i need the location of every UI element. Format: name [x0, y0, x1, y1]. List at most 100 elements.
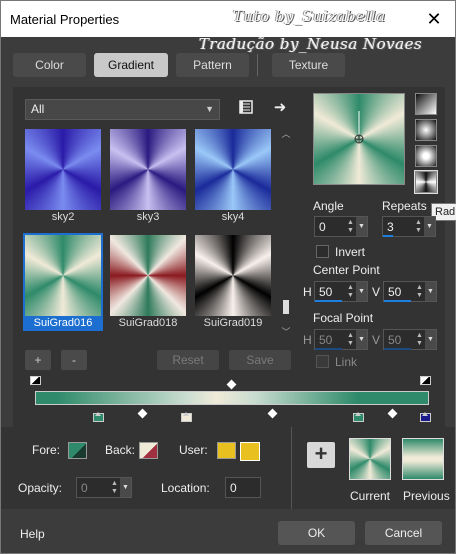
repeats-label: Repeats	[382, 199, 427, 213]
gradient-preview[interactable]	[313, 93, 405, 185]
tab-color[interactable]: Color	[13, 53, 86, 77]
swatch-preview	[25, 129, 101, 210]
swatch-preview	[25, 235, 101, 316]
chevron-down-icon[interactable]: ▼	[425, 282, 436, 301]
opacity-stop-right[interactable]	[420, 376, 431, 389]
opacity-stop-left[interactable]	[30, 376, 41, 389]
swatch-label: SuiGrad018	[118, 317, 178, 329]
watermark-line-2: Tradução by_Neusa Novaes	[199, 35, 423, 53]
user-label: User:	[179, 443, 208, 457]
center-v-level-bar	[384, 300, 411, 302]
ok-button[interactable]: OK	[278, 521, 355, 545]
spin-arrows-icon[interactable]: ▲ ▼	[415, 332, 424, 348]
chevron-down-icon[interactable]: ▼	[424, 217, 435, 236]
scroll-down-icon[interactable]: ﹀	[280, 325, 292, 338]
cancel-button[interactable]: Cancel	[365, 521, 442, 545]
scroll-up-icon[interactable]: ︿	[280, 127, 292, 140]
focal-v-label: V	[372, 333, 381, 347]
spin-arrows-icon[interactable]: ▲ ▼	[346, 284, 355, 300]
swatch-scrollbar[interactable]: ︿ ﹀	[280, 127, 292, 339]
spin-arrows-icon[interactable]: ▲ ▼	[346, 332, 355, 348]
angle-label: Angle	[313, 199, 344, 213]
tab-texture[interactable]: Texture	[272, 53, 345, 77]
link-label: Link	[335, 355, 358, 369]
location-value: 0	[230, 481, 237, 495]
help-button[interactable]: Help	[20, 527, 45, 541]
fore-color-swatch[interactable]	[68, 442, 87, 459]
swatch-suigrad019[interactable]: SuiGrad019	[193, 233, 273, 331]
gradient-bar[interactable]	[35, 391, 429, 405]
swatch-sky3[interactable]: sky3	[108, 127, 188, 225]
scrollbar-thumb[interactable]	[283, 300, 289, 314]
swatch-preview	[110, 235, 186, 316]
chevron-down-icon: ▼	[205, 104, 214, 114]
linear-style-button[interactable]	[415, 93, 437, 115]
link-checkbox[interactable]	[316, 355, 329, 368]
color-stop-4[interactable]	[420, 409, 431, 422]
category-value: All	[31, 102, 45, 116]
spin-arrows-icon[interactable]: ▲ ▼	[346, 219, 355, 235]
focal-v-spinner[interactable]: 50 ▲ ▼ ▼	[383, 329, 437, 350]
focal-v-level-bar	[384, 348, 411, 350]
reset-button[interactable]: Reset	[157, 350, 219, 370]
add-gradient-button[interactable]: +	[25, 350, 51, 370]
current-label: Current	[350, 489, 391, 503]
remove-gradient-button[interactable]: -	[61, 350, 87, 370]
center-h-label: H	[303, 285, 312, 299]
swatch-preview	[195, 129, 271, 210]
color-stop-3[interactable]	[353, 409, 364, 422]
focal-v-value: 50	[388, 333, 402, 347]
center-h-spinner[interactable]: 50 ▲ ▼ ▼	[314, 281, 368, 302]
chevron-down-icon[interactable]: ▼	[356, 330, 367, 349]
user-color-swatch[interactable]	[217, 442, 236, 459]
location-field[interactable]: 0	[225, 477, 261, 498]
center-v-value: 50	[388, 285, 402, 299]
window-title: Material Properties	[10, 12, 120, 27]
chevron-down-icon[interactable]: ▼	[120, 478, 131, 497]
center-v-label: V	[372, 285, 381, 299]
close-button[interactable]: ✕	[421, 7, 447, 31]
swatch-suigrad016[interactable]: SuiGrad016	[23, 233, 103, 331]
material-properties-dialog: Material Properties Tuto by_Suizabella ✕…	[0, 0, 456, 554]
spin-arrows-icon[interactable]: ▲ ▼	[110, 480, 119, 496]
radial-style-button[interactable]	[414, 170, 438, 194]
library-icon[interactable]	[237, 99, 255, 117]
back-color-swatch[interactable]	[139, 442, 158, 459]
tab-gradient[interactable]: Gradient	[94, 53, 168, 77]
center-v-spinner[interactable]: 50 ▲ ▼ ▼	[383, 281, 437, 302]
user-color-swatch-large[interactable]	[240, 442, 260, 461]
color-stop-2[interactable]	[181, 409, 192, 422]
current-material-swatch[interactable]	[349, 438, 391, 480]
swatch-label: SuiGrad016	[33, 317, 93, 329]
watermark-line-1: Tuto by_Suizabella	[233, 7, 386, 25]
chevron-down-icon[interactable]: ▼	[356, 282, 367, 301]
save-button[interactable]: Save	[229, 350, 291, 370]
chevron-down-icon[interactable]: ▼	[356, 217, 367, 236]
invert-label: Invert	[335, 245, 366, 259]
focal-point-label: Focal Point	[313, 311, 374, 325]
rectangular-style-button[interactable]	[415, 119, 437, 141]
swatch-sky4[interactable]: sky4	[193, 127, 273, 225]
repeats-spinner[interactable]: 3 ▲ ▼ ▼	[382, 216, 436, 237]
repeats-level-bar	[383, 235, 393, 237]
spin-arrows-icon[interactable]: ▲ ▼	[414, 219, 423, 235]
opacity-spinner[interactable]: 0 ▲ ▼ ▼	[76, 477, 132, 498]
swatch-sky2[interactable]: sky2	[23, 127, 103, 225]
angle-spinner[interactable]: 0 ▲ ▼ ▼	[314, 216, 368, 237]
focal-h-label: H	[303, 333, 312, 347]
chevron-down-icon[interactable]: ▼	[425, 330, 436, 349]
gradient-swatch-grid: sky2 sky3 sky4 SuiGrad016 SuiGrad018 Sui…	[23, 127, 277, 339]
focal-h-spinner[interactable]: 50 ▲ ▼ ▼	[314, 329, 368, 350]
spin-arrows-icon[interactable]: ▲ ▼	[415, 284, 424, 300]
focal-h-level-bar	[315, 348, 342, 350]
arrow-right-icon[interactable]: ➜	[271, 99, 289, 117]
previous-material-swatch[interactable]	[402, 438, 444, 480]
category-dropdown[interactable]: All ▼	[25, 99, 220, 120]
swatch-label: sky3	[136, 211, 160, 223]
swatch-suigrad018[interactable]: SuiGrad018	[108, 233, 188, 331]
color-stop-1[interactable]	[93, 409, 104, 422]
invert-checkbox[interactable]	[316, 245, 329, 258]
add-to-swatches-button[interactable]: +	[307, 442, 335, 468]
sunburst-style-button[interactable]	[415, 145, 437, 167]
tab-pattern[interactable]: Pattern	[176, 53, 249, 77]
